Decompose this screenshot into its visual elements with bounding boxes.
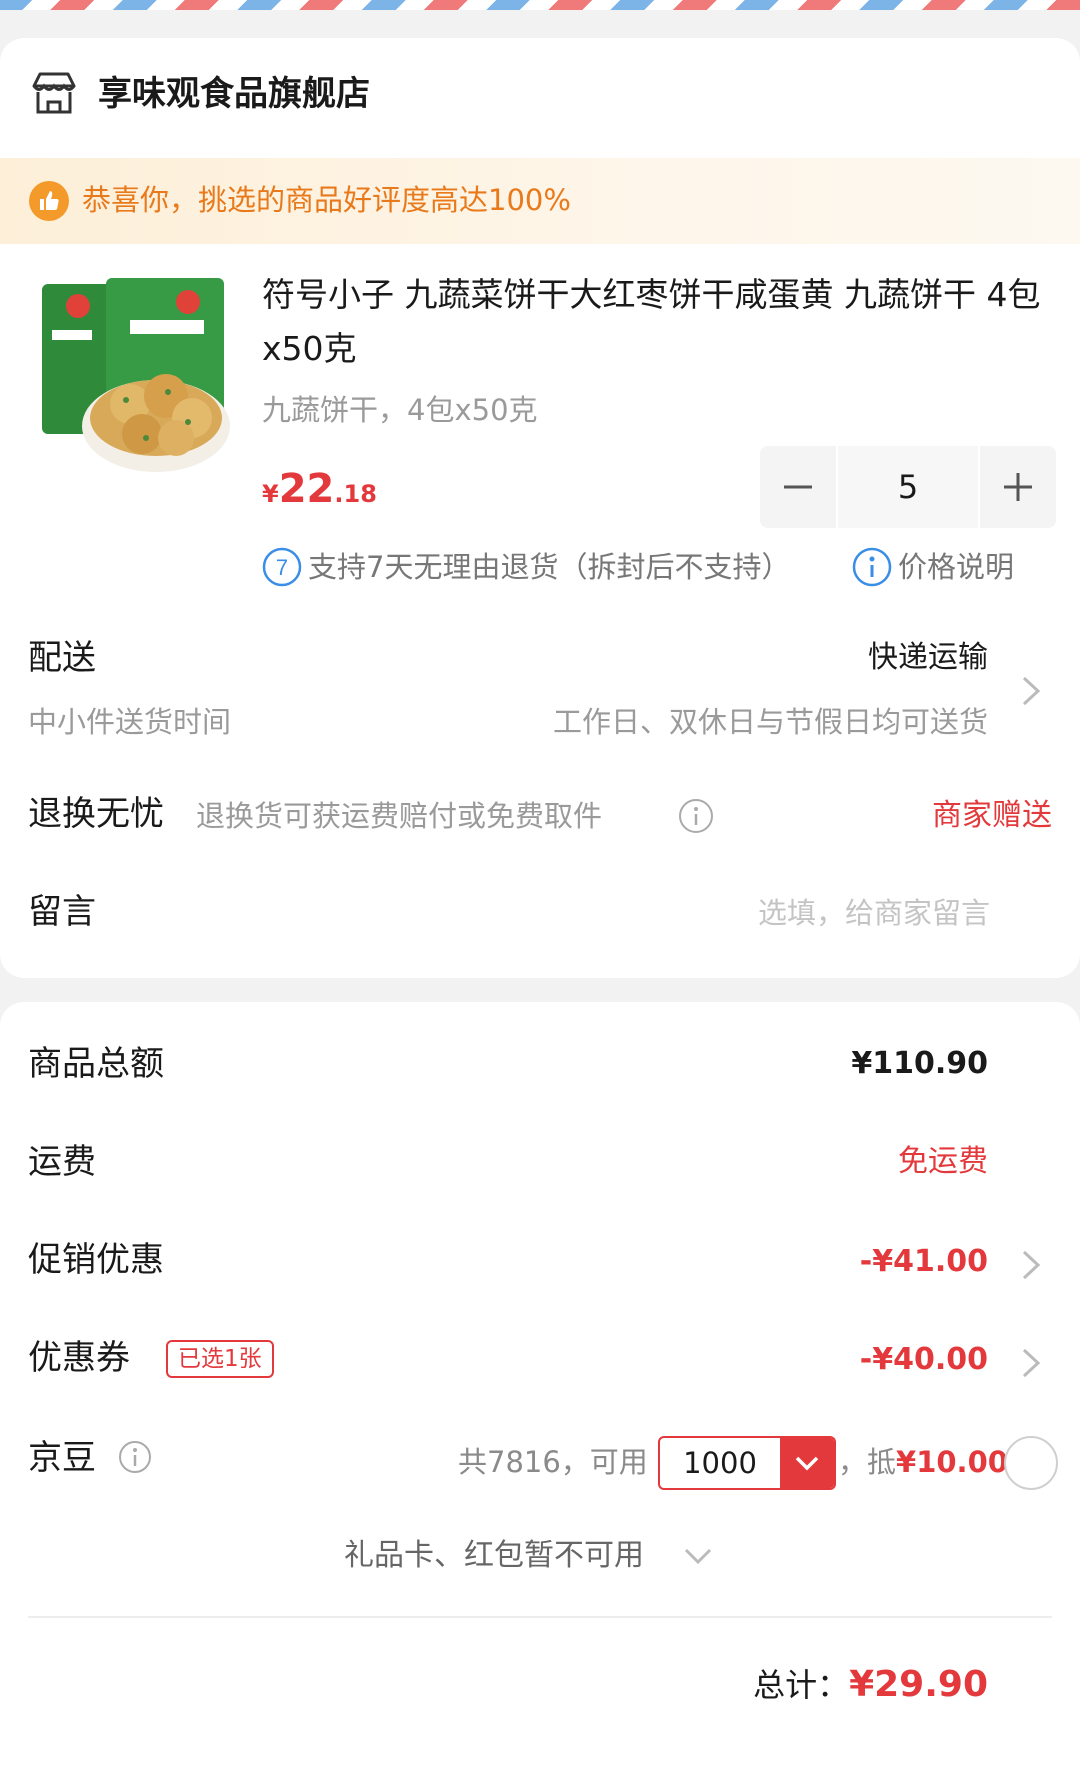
envelope-stripe [0,0,1080,10]
info-icon[interactable] [678,798,714,834]
jd-beans-selected-value[interactable]: 1000 [660,1438,780,1488]
coupon-selected-badge: 已选1张 [166,1340,274,1378]
divider [28,1616,1052,1618]
delivery-method[interactable]: 快递运输 [868,636,988,680]
giftcard-unavailable-text[interactable]: 礼品卡、红包暂不可用 [344,1534,644,1578]
goods-total-value: ¥110.90 [851,1046,988,1081]
jd-beans-deduct: ，抵¥10.00 [838,1440,1008,1484]
chevron-down-icon[interactable] [682,1546,714,1566]
delivery-time-note[interactable]: 工作日、双休日与节假日均可送货 [553,700,988,744]
info-icon [852,547,892,587]
price-decimal: .18 [334,480,377,508]
total-label: 总计： [753,1666,850,1704]
price-currency: ¥ [262,480,279,508]
product-price: ¥22.18 [262,464,377,522]
quantity-stepper: 5 [760,446,1056,528]
jd-beans-available: 共7816，可用 [458,1445,648,1479]
goods-total-label: 商品总额 [28,1044,164,1084]
message-input[interactable] [560,890,990,936]
shipping-value: 免运费 [898,1144,988,1179]
store-name[interactable]: 享味观食品旗舰店 [98,72,370,116]
product-title[interactable]: 符号小子 九蔬菜饼干大红枣饼干咸蛋黄 九蔬饼干 4包x50克 [262,268,1052,376]
product-image[interactable] [38,278,230,478]
jd-beans-label: 京豆 [28,1438,96,1478]
thumbs-up-icon [29,181,69,221]
jd-beans-select[interactable]: 1000 [658,1436,836,1490]
chevron-right-icon[interactable] [1020,674,1042,708]
delivery-label: 配送 [28,638,96,678]
coupon-label[interactable]: 优惠券 [28,1334,130,1382]
delivery-time-label: 中小件送货时间 [28,705,232,739]
quantity-value[interactable]: 5 [836,446,980,528]
seven-day-return-icon: 7 [262,547,302,587]
chevron-down-icon [795,1456,819,1471]
return-policy-text[interactable]: 支持7天无理由退货（拆封后不支持） [308,544,790,590]
decrease-button[interactable] [760,446,836,528]
jd-beans-radio[interactable] [1004,1436,1058,1490]
worry-free-desc: 退换货可获运费赔付或免费取件 [196,799,603,833]
message-label: 留言 [28,892,96,932]
total-value: ¥29.90 [849,1664,988,1705]
chevron-right-icon[interactable] [1020,1248,1042,1282]
order-total: 总计：¥29.90 [753,1660,988,1716]
product-spec: 九蔬饼干，4包x50克 [262,393,538,427]
merchant-gift-label: 商家赠送 [932,798,1052,833]
dropdown-button[interactable] [780,1438,834,1488]
shipping-label: 运费 [28,1142,96,1182]
price-integer: 22 [278,466,335,512]
chevron-right-icon[interactable] [1020,1346,1042,1380]
info-icon[interactable] [118,1440,152,1474]
store-icon [32,72,76,114]
return-badge-number: 7 [276,555,288,580]
jd-beans-deduct-prefix: ，抵 [838,1445,897,1479]
increase-button[interactable] [980,446,1056,528]
coupon-value[interactable]: -¥40.00 [860,1336,988,1384]
promo-label[interactable]: 促销优惠 [28,1236,164,1284]
worry-free-label: 退换无忧 [28,794,164,834]
minus-icon [784,485,812,489]
jd-beans-deduct-amount: ¥10.00 [896,1445,1008,1479]
plus-icon [1004,473,1032,501]
praise-text: 恭喜你，挑选的商品好评度高达100% [82,183,571,217]
promo-value[interactable]: -¥41.00 [860,1238,988,1286]
price-note-link[interactable]: 价格说明 [898,544,1014,590]
